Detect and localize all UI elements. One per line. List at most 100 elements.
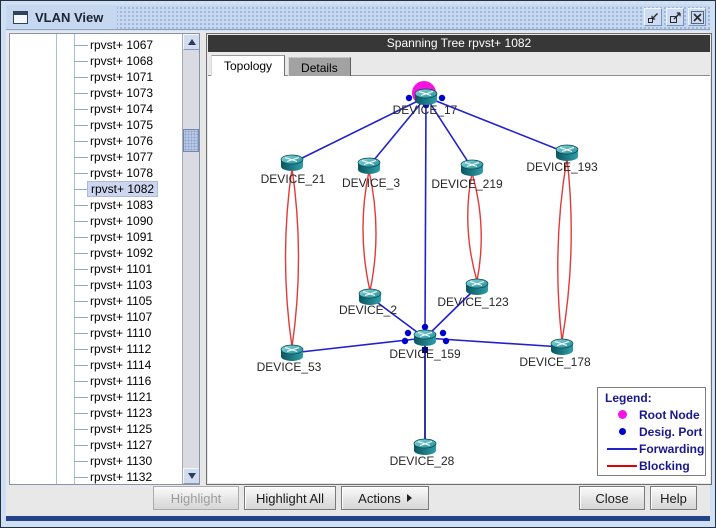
device-device_193[interactable]: DEVICE_193 [526,145,598,174]
tree-item-rpvst-1092[interactable]: rpvst+ 1092 [10,245,182,261]
tree-item-label: rpvst+ 1112 [87,341,154,357]
tree-connector [74,285,88,286]
tab-topology[interactable]: Topology [211,55,285,76]
arrow-up-icon [188,39,196,45]
tree-item-rpvst-1125[interactable]: rpvst+ 1125 [10,421,182,437]
maximize-button[interactable] [666,8,684,26]
tree-connector [74,381,88,382]
close-button[interactable]: Close [579,486,645,510]
device-device_21[interactable]: DEVICE_21 [261,155,326,186]
tree-connector [74,237,88,238]
tree-item-rpvst-1073[interactable]: rpvst+ 1073 [10,85,182,101]
tree-item-rpvst-1074[interactable]: rpvst+ 1074 [10,101,182,117]
device-label: DEVICE_28 [390,454,455,468]
legend-label: Forwarding [639,442,704,456]
tree-item-rpvst-1091[interactable]: rpvst+ 1091 [10,229,182,245]
minimize-button[interactable] [644,8,662,26]
device-device_178[interactable]: DEVICE_178 [519,339,591,369]
tree-item-rpvst-1105[interactable]: rpvst+ 1105 [10,293,182,309]
tree-item-label: rpvst+ 1092 [87,245,156,261]
tree-item-label: rpvst+ 1105 [87,293,155,309]
close-button[interactable] [688,8,706,26]
tree-item-rpvst-1123[interactable]: rpvst+ 1123 [10,405,182,421]
forwarding-line-icon [607,448,637,450]
tree-item-label: rpvst+ 1073 [87,85,156,101]
tree-item-rpvst-1103[interactable]: rpvst+ 1103 [10,277,182,293]
tree-connector [74,61,88,62]
tree-connector [74,333,88,334]
tree-item-rpvst-1076[interactable]: rpvst+ 1076 [10,133,182,149]
tree-connector [74,445,88,446]
tree-item-rpvst-1083[interactable]: rpvst+ 1083 [10,197,182,213]
legend-item: Desig. Port [605,423,705,440]
blocking-link[interactable] [286,168,293,347]
legend-box: Legend: Root NodeDesig. PortForwardingBl… [597,387,706,476]
tree-item-label: rpvst+ 1107 [87,309,155,325]
device-label: DEVICE_3 [342,176,400,190]
topology-canvas[interactable]: DEVICE_17 DEVICE_21 DEVICE_3 DEVICE_219 DEVI… [208,75,710,483]
tree-item-label: rpvst+ 1068 [87,53,156,69]
tree-item-rpvst-1077[interactable]: rpvst+ 1077 [10,149,182,165]
device-device_159[interactable]: DEVICE_159 [389,330,461,361]
button-label: Highlight [171,491,222,506]
tree-item-rpvst-1082[interactable]: rpvst+ 1082 [10,181,182,197]
tree-item-rpvst-1127[interactable]: rpvst+ 1127 [10,437,182,453]
device-device_219[interactable]: DEVICE_219 [431,160,503,191]
device-device_3[interactable]: DEVICE_3 [342,158,400,190]
tree-item-rpvst-1101[interactable]: rpvst+ 1101 [10,261,182,277]
title-bar[interactable]: VLAN View [6,5,710,30]
maximize-icon [669,11,682,24]
tree-connector [74,429,88,430]
tree-item-label: rpvst+ 1077 [87,149,156,165]
device-device_2[interactable]: DEVICE_2 [339,289,397,317]
tree-connector [74,221,88,222]
button-label: Help [660,491,687,506]
tree-item-rpvst-1112[interactable]: rpvst+ 1112 [10,341,182,357]
tree-item-label: rpvst+ 1121 [87,389,155,405]
help-button[interactable]: Help [650,486,697,510]
tree-item-rpvst-1075[interactable]: rpvst+ 1075 [10,117,182,133]
tree-item-label: rpvst+ 1123 [87,405,155,421]
tree-connector [74,157,88,158]
tree-list: rpvst+ 1067rpvst+ 1068rpvst+ 1071rpvst+ … [10,37,182,484]
device-device_123[interactable]: DEVICE_123 [437,279,509,309]
device-device_17[interactable]: DEVICE_17 [393,89,458,117]
designated-port-dot [422,324,428,330]
tree-item-rpvst-1067[interactable]: rpvst+ 1067 [10,37,182,53]
tree-item-label: rpvst+ 1090 [87,213,156,229]
tree-item-label: rpvst+ 1067 [87,37,156,53]
tree-item-rpvst-1130[interactable]: rpvst+ 1130 [10,453,182,469]
tree-item-rpvst-1107[interactable]: rpvst+ 1107 [10,309,182,325]
blocking-link[interactable] [292,168,299,347]
tree-item-rpvst-1078[interactable]: rpvst+ 1078 [10,165,182,181]
tree-connector [74,301,88,302]
forwarding-link[interactable] [425,97,426,338]
button-label: Actions [358,491,401,506]
tab-details[interactable]: Details [288,57,351,76]
tree-scrollbar[interactable] [182,34,199,484]
tree-item-rpvst-1121[interactable]: rpvst+ 1121 [10,389,182,405]
highlight-all-button[interactable]: Highlight All [244,486,336,510]
tree-connector [74,413,88,414]
window-title: VLAN View [35,10,103,25]
tree-item-rpvst-1114[interactable]: rpvst+ 1114 [10,357,182,373]
tree-connector [74,173,88,174]
device-device_53[interactable]: DEVICE_53 [257,345,322,374]
tree-item-rpvst-1090[interactable]: rpvst+ 1090 [10,213,182,229]
scroll-up-button[interactable] [183,34,199,50]
tree-item-rpvst-1110[interactable]: rpvst+ 1110 [10,325,182,341]
actions-button[interactable]: Actions [341,486,429,510]
tree-item-rpvst-1068[interactable]: rpvst+ 1068 [10,53,182,69]
desig-port-dot-icon [619,428,626,435]
tree-item-rpvst-1116[interactable]: rpvst+ 1116 [10,373,182,389]
tree-item-rpvst-1071[interactable]: rpvst+ 1071 [10,69,182,85]
legend-label: Desig. Port [639,425,702,439]
device-label: DEVICE_219 [431,177,503,191]
tree-connector [74,461,88,462]
device-label: DEVICE_123 [437,295,509,309]
scrollbar-thumb[interactable] [183,129,199,152]
tree-connector [74,317,88,318]
vlan-tree[interactable]: rpvst+ 1067rpvst+ 1068rpvst+ 1071rpvst+ … [10,34,199,484]
highlight-button[interactable]: Highlight [153,486,239,510]
device-device_28[interactable]: DEVICE_28 [390,439,455,468]
